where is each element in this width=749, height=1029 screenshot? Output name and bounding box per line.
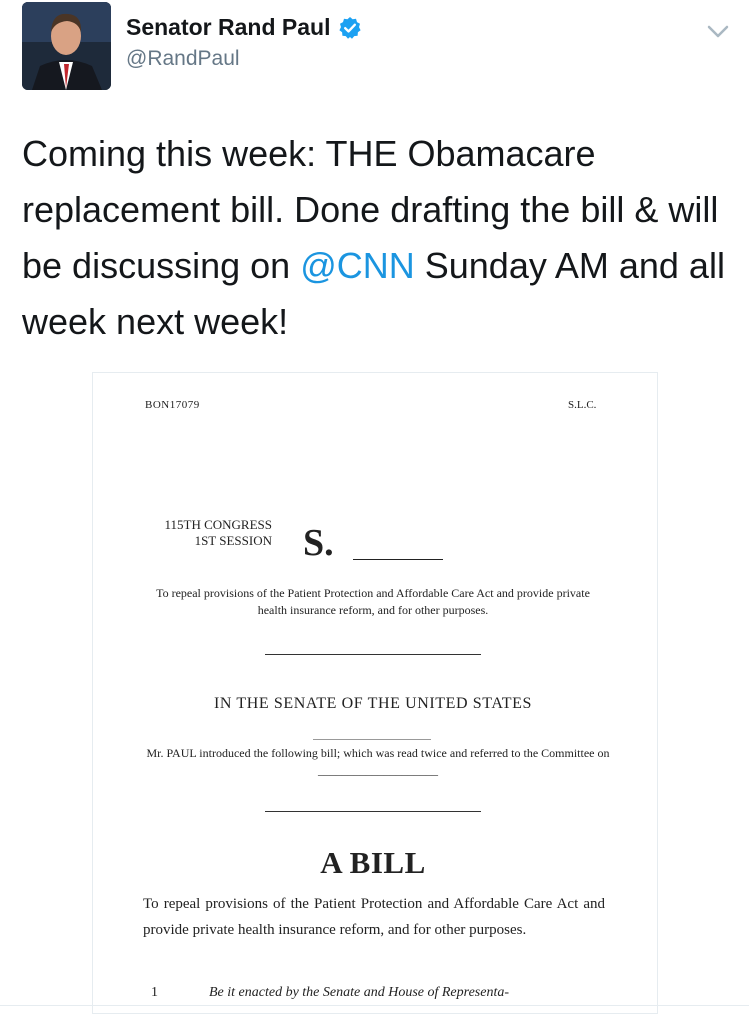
verified-badge-icon: [338, 16, 362, 40]
chevron-down-icon[interactable]: [706, 22, 730, 42]
enacting-clause: Be it enacted by the Senate and House of…: [209, 985, 509, 1000]
long-purpose: To repeal provisions of the Patient Prot…: [143, 896, 605, 938]
attached-image[interactable]: BON17079 S.L.C. 115TH CONGRESS 1ST SESSI…: [92, 372, 658, 1014]
congress-session: 115TH CONGRESS 1ST SESSION: [144, 517, 272, 549]
tweet-divider: [0, 1005, 749, 1006]
mention-link[interactable]: @CNN: [300, 245, 415, 286]
bill-number-blank: [353, 559, 443, 560]
session-line: 1ST SESSION: [194, 533, 272, 548]
congress-line: 115TH CONGRESS: [164, 517, 272, 532]
line-number: 1: [151, 985, 158, 1000]
divider: [265, 654, 481, 655]
introduction-text: Mr. PAUL introduced the following bill; …: [146, 746, 610, 777]
short-purpose: To repeal provisions of the Patient Prot…: [156, 586, 590, 617]
bill-prefix: S.: [303, 522, 334, 564]
divider: [313, 739, 431, 740]
user-handle[interactable]: @RandPaul: [126, 47, 240, 71]
divider: [265, 811, 481, 812]
bill-title: A BILL: [320, 845, 426, 880]
senate-heading: IN THE SENATE OF THE UNITED STATES: [213, 695, 533, 712]
display-name-text: Senator Rand Paul: [126, 14, 331, 40]
avatar[interactable]: [22, 2, 111, 90]
display-name[interactable]: Senator Rand Paul: [126, 14, 362, 41]
avatar-photo: [22, 2, 111, 90]
tweet-text: Coming this week: THE Obamacare replacem…: [22, 126, 737, 350]
document-id: BON17079: [145, 399, 200, 411]
document-slc: S.L.C.: [568, 399, 597, 411]
